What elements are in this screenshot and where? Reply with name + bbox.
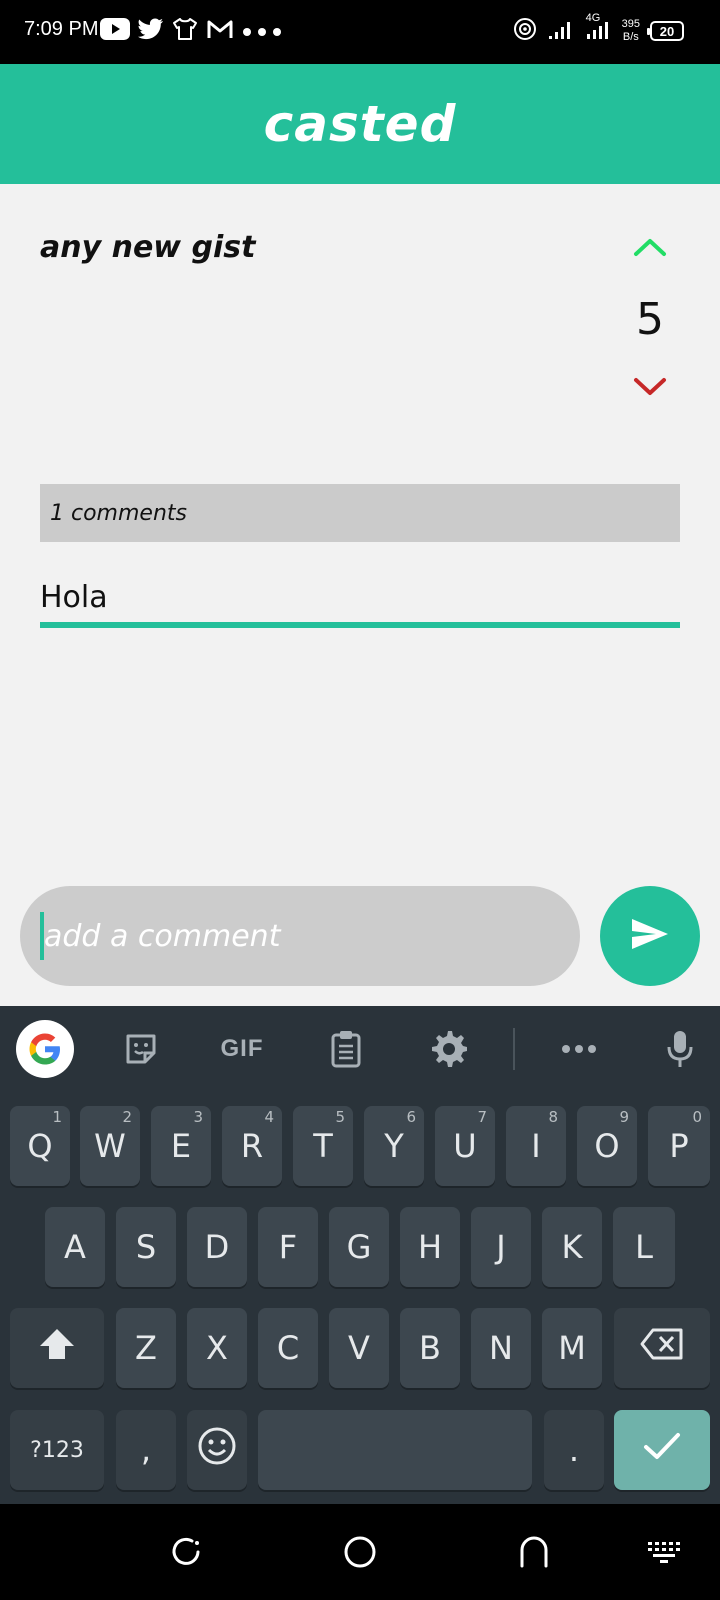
gmail-icon (206, 18, 234, 44)
key-f[interactable]: F (258, 1207, 318, 1287)
signal-icon (548, 18, 576, 44)
vote-count: 5 (636, 294, 664, 345)
key-e[interactable]: E3 (151, 1106, 211, 1186)
send-icon (630, 917, 670, 955)
key-t[interactable]: T5 (293, 1106, 353, 1186)
upvote-chevron-icon[interactable] (630, 232, 670, 262)
key-p[interactable]: P0 (648, 1106, 710, 1186)
signal-4g-icon: 4G (586, 12, 612, 44)
key-j[interactable]: J (471, 1207, 531, 1287)
comment-composer (20, 886, 580, 986)
key-d[interactable]: D (187, 1207, 247, 1287)
more-dots-icon[interactable] (556, 1020, 602, 1078)
key-n[interactable]: N (471, 1308, 531, 1388)
system-icons: 4G 395 B/s 20 (512, 12, 684, 48)
shift-key[interactable] (10, 1308, 104, 1388)
key-l[interactable]: L (613, 1207, 675, 1287)
key-b[interactable]: B (400, 1308, 460, 1388)
key-w[interactable]: W2 (80, 1106, 140, 1186)
twitter-icon (138, 18, 164, 44)
backspace-icon (640, 1328, 684, 1368)
checkmark-icon (642, 1430, 682, 1470)
symbols-key[interactable]: ?123 (10, 1410, 104, 1490)
navigation-bar (0, 1504, 720, 1600)
emoji-icon (197, 1426, 237, 1474)
keyboard-toolbar: GIF (0, 1006, 720, 1092)
space-key[interactable] (258, 1410, 532, 1490)
recents-icon[interactable] (166, 1532, 206, 1572)
comment-text: Hola (40, 580, 108, 615)
period-key[interactable]: . (544, 1410, 604, 1490)
google-icon[interactable] (16, 1020, 74, 1078)
send-button[interactable] (600, 886, 700, 986)
comment-input[interactable] (40, 912, 540, 960)
downvote-chevron-icon[interactable] (630, 372, 670, 402)
post-title: any new gist (40, 230, 256, 265)
keyboard-switch-icon[interactable] (644, 1532, 684, 1572)
soft-keyboard: GIF Q1 W2 E3 R4 T5 Y6 U7 I8 O9 P0 A S D … (0, 1006, 720, 1504)
status-time: 7:09 PM (24, 18, 99, 40)
key-y[interactable]: Y6 (364, 1106, 424, 1186)
gif-button[interactable]: GIF (210, 1020, 274, 1078)
clipboard-icon[interactable] (322, 1020, 370, 1078)
key-c[interactable]: C (258, 1308, 318, 1388)
sticker-icon[interactable] (116, 1020, 166, 1078)
shift-arrow-icon (38, 1327, 76, 1369)
backspace-key[interactable] (614, 1308, 710, 1388)
key-h[interactable]: H (400, 1207, 460, 1287)
youtube-icon (100, 18, 130, 44)
gif-label: GIF (220, 1035, 264, 1062)
settings-gear-icon[interactable] (424, 1020, 474, 1078)
key-r[interactable]: R4 (222, 1106, 282, 1186)
key-m[interactable]: M (542, 1308, 602, 1388)
shirt-icon (172, 17, 198, 45)
key-k[interactable]: K (542, 1207, 602, 1287)
key-x[interactable]: X (187, 1308, 247, 1388)
enter-key[interactable] (614, 1410, 710, 1490)
comment-item: Hola (40, 578, 680, 628)
key-a[interactable]: A (45, 1207, 105, 1287)
key-u[interactable]: U7 (435, 1106, 495, 1186)
app-title: casted (263, 95, 457, 153)
home-icon[interactable] (340, 1532, 380, 1572)
toolbar-divider (513, 1028, 515, 1070)
comma-key[interactable]: , (116, 1410, 176, 1490)
status-bar: 7:09 PM 4G 395 B/s 20 (0, 0, 720, 64)
key-q[interactable]: Q1 (10, 1106, 70, 1186)
comments-header: 1 comments (40, 484, 680, 542)
key-i[interactable]: I8 (506, 1106, 566, 1186)
network-speed: 395 B/s (621, 18, 640, 43)
post-detail: any new gist 5 1 comments Hola (0, 184, 720, 1006)
key-v[interactable]: V (329, 1308, 389, 1388)
key-g[interactable]: G (329, 1207, 389, 1287)
microphone-icon[interactable] (658, 1020, 702, 1078)
battery-indicator: 20 (647, 21, 684, 41)
hotspot-icon (512, 16, 538, 46)
key-s[interactable]: S (116, 1207, 176, 1287)
back-icon[interactable] (514, 1532, 554, 1572)
key-z[interactable]: Z (116, 1308, 176, 1388)
notification-icons (100, 16, 282, 46)
more-dots-icon (242, 22, 282, 41)
emoji-key[interactable] (187, 1410, 247, 1490)
key-o[interactable]: O9 (577, 1106, 637, 1186)
comments-count: 1 comments (50, 500, 187, 526)
app-bar: casted (0, 64, 720, 184)
